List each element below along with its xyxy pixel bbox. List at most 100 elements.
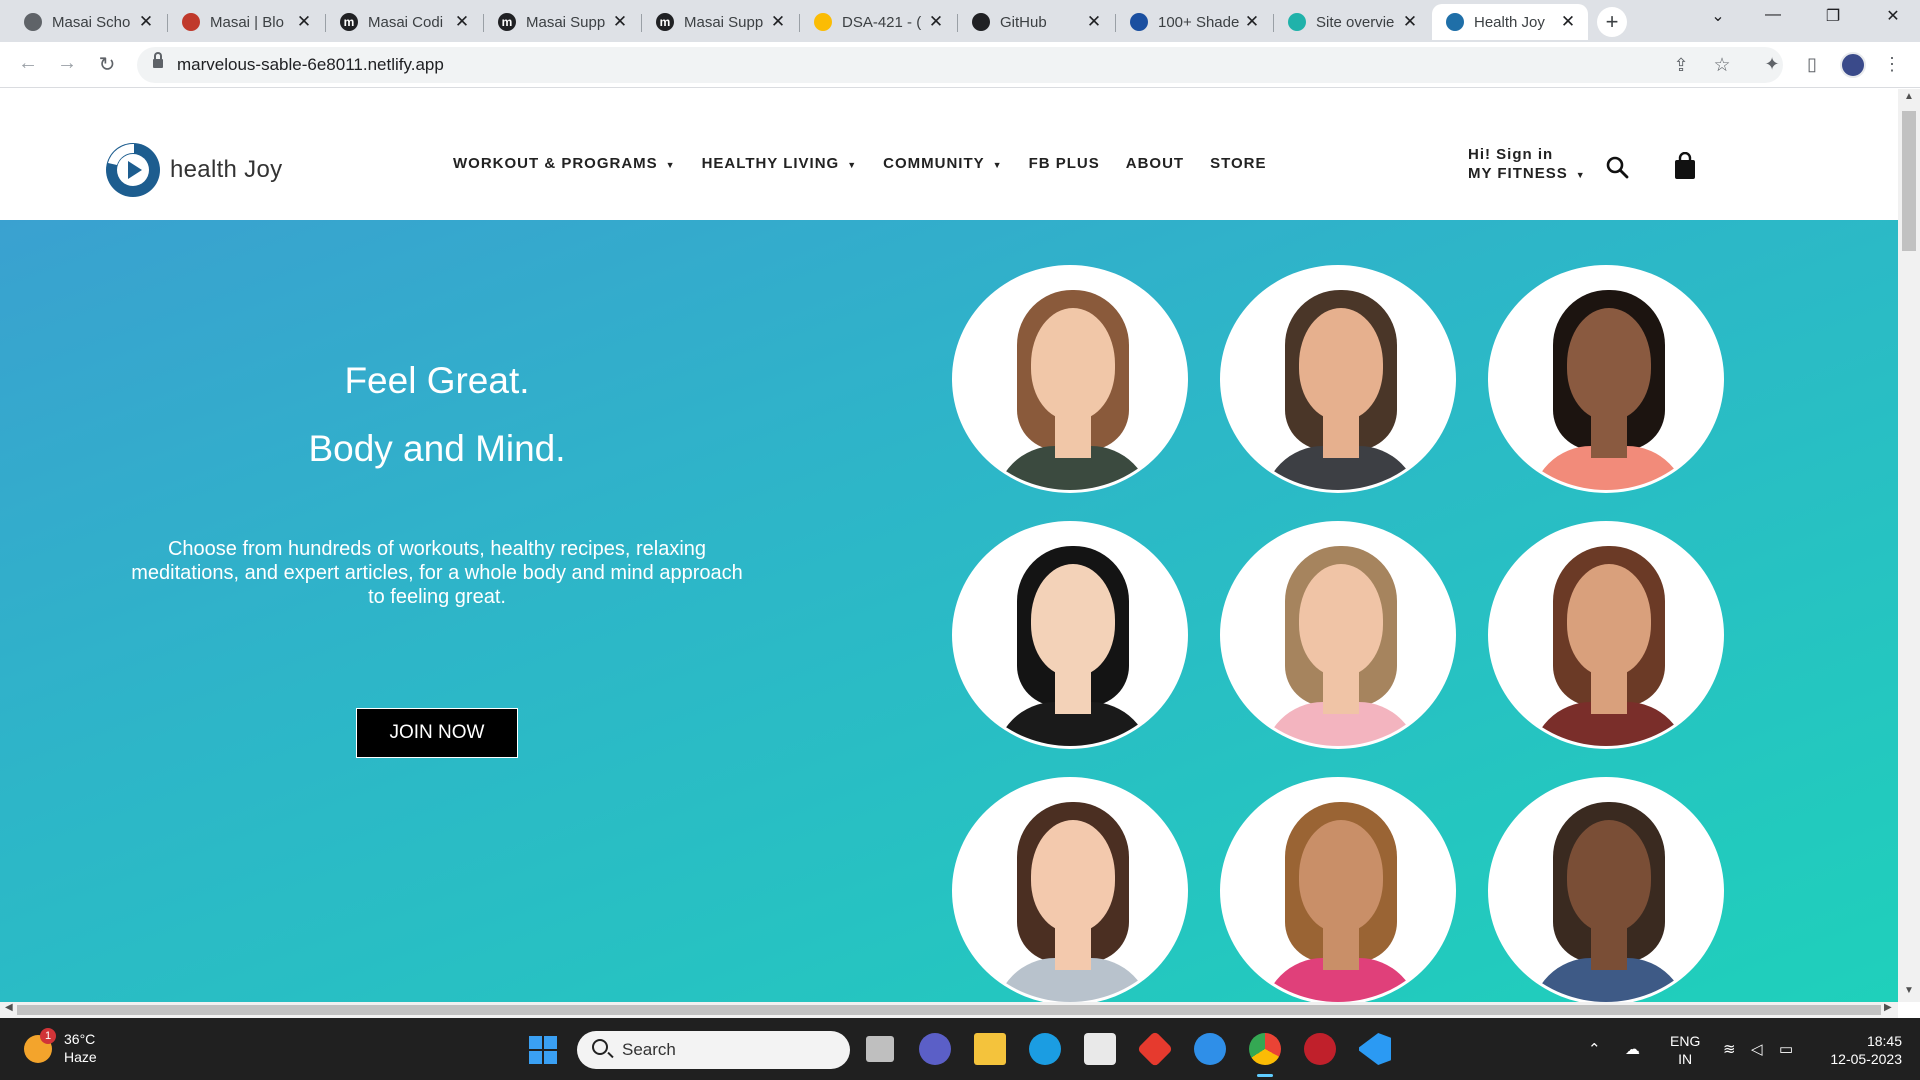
tab-search-chevron-icon[interactable]: ⌄ bbox=[1703, 6, 1733, 26]
tab-title: Masai Supp bbox=[526, 13, 606, 31]
browser-tab[interactable]: GitHub ✕ bbox=[958, 4, 1114, 40]
clock-time: 18:45 bbox=[1866, 1033, 1902, 1049]
nav-healthy-living[interactable]: HEALTHY LIVING ▼ bbox=[702, 155, 858, 172]
tab-strip: + ⌄ — ❐ ✕ Masai Scho ✕ Masai | Blo ✕ m Masai … bbox=[0, 0, 1920, 42]
portrait-face bbox=[1031, 564, 1115, 676]
edge-browser-icon[interactable] bbox=[1029, 1033, 1061, 1065]
microsoft-store-icon[interactable] bbox=[1084, 1033, 1116, 1065]
tab-favicon-icon bbox=[182, 13, 200, 31]
language-code: ENG bbox=[1670, 1033, 1701, 1049]
browser-tab[interactable]: DSA-421 - (✕ bbox=[800, 4, 956, 40]
scroll-left-arrow-icon[interactable]: ◀ bbox=[5, 1002, 13, 1013]
tab-separator bbox=[799, 14, 800, 32]
main-nav: WORKOUT & PROGRAMS ▼ HEALTHY LIVING ▼ COMM… bbox=[453, 155, 1266, 172]
onedrive-cloud-icon[interactable]: ☁ bbox=[1625, 1040, 1640, 1058]
sign-in-greeting: Hi! Sign in bbox=[1468, 146, 1554, 163]
url-text[interactable]: marvelous-sable-6e8011.netlify.app bbox=[177, 55, 444, 75]
browser-tab[interactable]: m Masai Supp ✕ bbox=[484, 4, 640, 40]
nav-fb-plus[interactable]: FB PLUS bbox=[1029, 155, 1100, 172]
tab-close-icon[interactable]: ✕ bbox=[768, 12, 788, 32]
caret-down-icon: ▼ bbox=[665, 160, 676, 170]
region-code: IN bbox=[1678, 1051, 1693, 1067]
restore-icon[interactable]: ❐ bbox=[1818, 6, 1848, 26]
nav-community[interactable]: COMMUNITY ▼ bbox=[883, 155, 1002, 172]
tab-title: GitHub bbox=[1000, 13, 1047, 31]
profile-avatar[interactable] bbox=[1840, 52, 1866, 78]
share-icon[interactable]: ⇪ bbox=[1669, 55, 1693, 76]
vertical-scrollbar[interactable]: ▲ ▼ bbox=[1898, 89, 1920, 1002]
vertical-scroll-thumb[interactable] bbox=[1902, 111, 1916, 251]
address-bar[interactable]: marvelous-sable-6e8011.netlify.app ⇪ ☆ bbox=[137, 47, 1783, 83]
tab-close-icon[interactable]: ✕ bbox=[136, 12, 156, 32]
nav-about[interactable]: ABOUT bbox=[1126, 155, 1184, 172]
file-explorer-icon[interactable] bbox=[974, 1033, 1006, 1065]
tab-close-icon[interactable]: ✕ bbox=[452, 12, 472, 32]
chrome-icon[interactable] bbox=[1249, 1033, 1281, 1065]
weather-widget[interactable]: 36°C Haze bbox=[64, 1030, 97, 1066]
tab-separator bbox=[1115, 14, 1116, 32]
extensions-puzzle-icon[interactable]: ✦ bbox=[1760, 54, 1784, 75]
shopping-bag-icon[interactable] bbox=[1673, 151, 1697, 180]
browser-tab[interactable]: m Masai Supp ✕ bbox=[642, 4, 798, 40]
tab-close-icon[interactable]: ✕ bbox=[1084, 12, 1104, 32]
task-view-icon[interactable] bbox=[866, 1036, 894, 1062]
browser-tab[interactable]: Masai Scho ✕ bbox=[10, 4, 166, 40]
join-now-button[interactable]: JOIN NOW bbox=[356, 708, 518, 758]
tab-close-icon[interactable]: ✕ bbox=[294, 12, 314, 32]
battery-icon[interactable]: ▭ bbox=[1779, 1040, 1793, 1058]
menu-kebab-icon[interactable]: ⋮ bbox=[1880, 54, 1904, 75]
browser-tab[interactable]: Masai | Blo ✕ bbox=[168, 4, 324, 40]
portrait-face bbox=[1299, 308, 1383, 420]
tab-close-icon[interactable]: ✕ bbox=[926, 12, 946, 32]
tab-close-icon[interactable]: ✕ bbox=[1400, 12, 1420, 32]
sign-in-menu[interactable]: Hi! Sign in MY FITNESS ▼ bbox=[1468, 145, 1586, 185]
volume-icon[interactable]: ◁ bbox=[1751, 1040, 1763, 1058]
forward-arrow-icon[interactable]: → bbox=[53, 52, 81, 75]
health-joy-logo-icon bbox=[104, 141, 162, 199]
tab-title: Masai Scho bbox=[52, 13, 131, 31]
nav-workout-programs[interactable]: WORKOUT & PROGRAMS ▼ bbox=[453, 155, 676, 172]
portrait-face bbox=[1299, 820, 1383, 932]
portrait-face bbox=[1567, 564, 1651, 676]
teams-chat-icon[interactable] bbox=[919, 1033, 951, 1065]
language-indicator[interactable]: ENG IN bbox=[1670, 1032, 1700, 1068]
nav-store[interactable]: STORE bbox=[1210, 155, 1266, 172]
app-red-diamond-icon[interactable] bbox=[1136, 1030, 1174, 1068]
scroll-right-arrow-icon[interactable]: ▶ bbox=[1884, 1002, 1892, 1013]
wifi-icon[interactable]: ≋ bbox=[1723, 1040, 1736, 1058]
lock-icon[interactable] bbox=[153, 52, 163, 69]
trainer-portrait bbox=[1220, 777, 1456, 1002]
horizontal-scrollbar[interactable]: ◀ ▶ bbox=[0, 1002, 1898, 1018]
tab-favicon-icon bbox=[814, 13, 832, 31]
browser-tab[interactable]: Health Joy ✕ bbox=[1432, 4, 1588, 40]
scroll-down-arrow-icon[interactable]: ▼ bbox=[1898, 985, 1920, 996]
vscode-icon[interactable] bbox=[1359, 1033, 1391, 1065]
windows-start-icon[interactable] bbox=[529, 1036, 557, 1064]
minimize-icon[interactable]: — bbox=[1758, 6, 1788, 24]
back-arrow-icon[interactable]: ← bbox=[14, 52, 42, 75]
tab-close-icon[interactable]: ✕ bbox=[610, 12, 630, 32]
search-icon[interactable] bbox=[1605, 155, 1629, 179]
hero-description: Choose from hundreds of workouts, health… bbox=[131, 538, 743, 608]
browser-tab[interactable]: Site overvie ✕ bbox=[1274, 4, 1430, 40]
browser-tab[interactable]: 100+ Shade ✕ bbox=[1116, 4, 1272, 40]
hero-section: Feel Great. Body and Mind. Choose from h… bbox=[0, 220, 1898, 1002]
new-tab-button[interactable]: + bbox=[1597, 7, 1627, 37]
horizontal-scroll-thumb[interactable] bbox=[17, 1005, 1881, 1015]
help-icon[interactable] bbox=[1194, 1033, 1226, 1065]
scroll-up-arrow-icon[interactable]: ▲ bbox=[1898, 91, 1920, 102]
portrait-face bbox=[1031, 308, 1115, 420]
bookmark-star-icon[interactable]: ☆ bbox=[1710, 54, 1734, 77]
app-red-circle-icon[interactable] bbox=[1304, 1033, 1336, 1065]
reload-icon[interactable]: ↻ bbox=[93, 52, 121, 77]
hero-heading-line2: Body and Mind. bbox=[308, 428, 566, 469]
tray-overflow-chevron-icon[interactable]: ⌃ bbox=[1588, 1040, 1601, 1058]
tab-close-icon[interactable]: ✕ bbox=[1558, 12, 1578, 32]
side-panel-icon[interactable]: ▯ bbox=[1800, 54, 1824, 75]
tab-close-icon[interactable]: ✕ bbox=[1242, 12, 1262, 32]
browser-tab[interactable]: m Masai Codi ✕ bbox=[326, 4, 482, 40]
site-logo[interactable]: health Joy bbox=[104, 141, 282, 199]
taskbar-search-box[interactable]: Search bbox=[577, 1031, 850, 1069]
clock[interactable]: 18:45 12-05-2023 bbox=[1818, 1032, 1902, 1068]
close-window-icon[interactable]: ✕ bbox=[1878, 6, 1908, 26]
